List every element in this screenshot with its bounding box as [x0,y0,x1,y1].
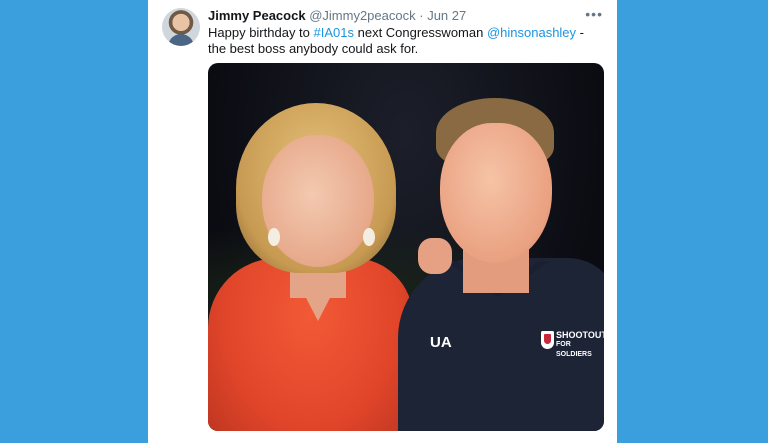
tweet-photo[interactable]: UA SHOOTOUT FOR SOLDIERS [208,63,604,431]
woman-face [262,135,374,267]
tweet-card: Jimmy Peacock @Jimmy2peacock · Jun 27 ••… [148,0,617,443]
shirt-logo-line1: SHOOTOUT [556,330,604,340]
author-handle[interactable]: @Jimmy2peacock [309,8,415,23]
author-name[interactable]: Jimmy Peacock [208,8,306,23]
header-separator: · [419,8,424,23]
earring-left [268,228,280,246]
author-avatar[interactable] [162,8,200,46]
more-options-icon[interactable]: ••• [585,6,603,22]
tweet-text-part2: next Congresswoman [354,25,487,40]
shield-logo-icon [541,331,554,349]
man-face [440,123,552,263]
hashtag-link[interactable]: #IA01s [314,25,354,40]
shirt-logo-text: SHOOTOUT FOR SOLDIERS [556,330,604,360]
man-hand-on-shoulder [418,238,452,274]
tweet-text-part1: Happy birthday to [208,25,314,40]
tweet-date[interactable]: Jun 27 [427,8,466,23]
shirt-logo-line2: FOR SOLDIERS [556,341,592,358]
mention-link[interactable]: @hinsonashley [487,25,576,40]
earring-right [363,228,375,246]
ua-logo-icon: UA [430,334,452,351]
tweet-header: Jimmy Peacock @Jimmy2peacock · Jun 27 ••… [208,6,603,26]
tweet-text: Happy birthday to #IA01s next Congresswo… [208,25,603,57]
avatar-shirt [168,34,194,46]
